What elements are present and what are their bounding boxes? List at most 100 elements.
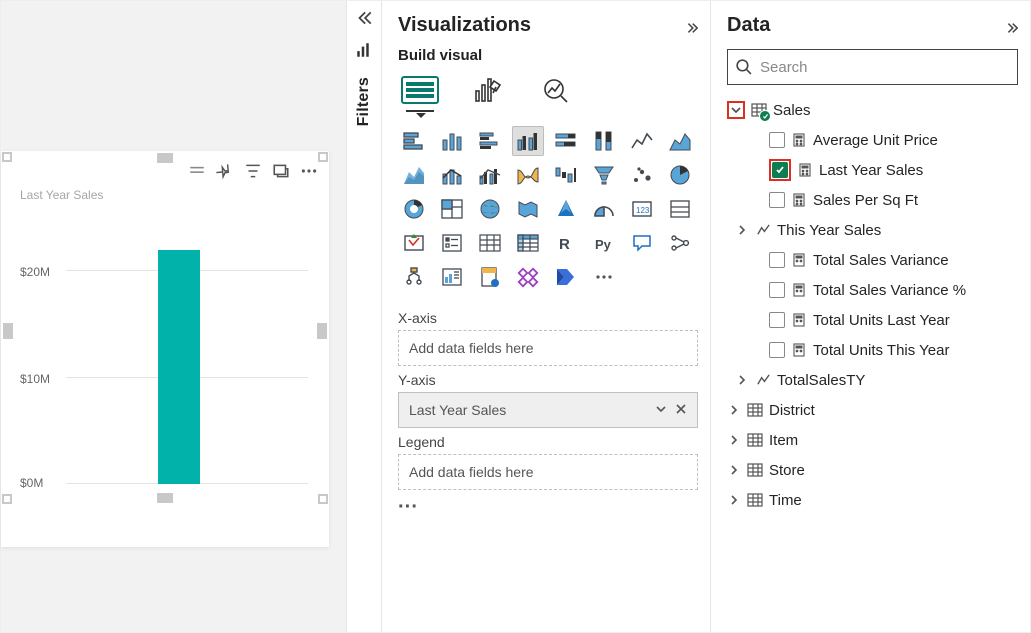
viz-clustered-bar-icon[interactable] [474, 126, 506, 156]
viz-slicer-icon[interactable] [436, 228, 468, 258]
focus-mode-icon[interactable] [272, 162, 290, 180]
visual-toolbar [188, 162, 318, 180]
viz-r-visual-icon[interactable]: R [550, 228, 582, 258]
resize-handle-bottom-right[interactable] [318, 494, 328, 504]
checkbox-checked[interactable] [772, 162, 788, 178]
viz-card-icon[interactable]: 123 [626, 194, 658, 224]
field-last-year-sales[interactable]: Last Year Sales [727, 155, 1018, 185]
viz-line-icon[interactable] [626, 126, 658, 156]
bar-0[interactable] [158, 250, 200, 484]
viz-azure-map-icon[interactable] [550, 194, 582, 224]
viz-filled-map-icon[interactable] [512, 194, 544, 224]
viz-power-automate-icon[interactable] [550, 262, 582, 292]
analytics-tab[interactable] [536, 72, 576, 108]
viz-python-visual-icon[interactable]: Py [588, 228, 620, 258]
field-total-sales-variance[interactable]: Total Sales Variance [727, 245, 1018, 275]
more-options-icon[interactable] [300, 162, 318, 180]
legend-well[interactable]: Add data fields here [398, 454, 698, 490]
table-sales[interactable]: Sales [727, 95, 1018, 125]
yaxis-well[interactable]: Last Year Sales [398, 392, 698, 428]
table-store[interactable]: Store [727, 455, 1018, 485]
table-item[interactable]: Item [727, 425, 1018, 455]
resize-handle-bottom-left[interactable] [2, 494, 12, 504]
chevron-right-icon[interactable] [727, 495, 741, 505]
viz-100-stacked-column-icon[interactable] [588, 126, 620, 156]
viz-stacked-bar-icon[interactable] [398, 126, 430, 156]
field-avg-unit-price[interactable]: Average Unit Price [727, 125, 1018, 155]
viz-multi-row-card-icon[interactable] [664, 194, 696, 224]
chevron-right-icon[interactable] [727, 435, 741, 445]
visual-card[interactable]: Last Year Sales $0M $10M $20M [1, 151, 329, 547]
resize-handle-top-right[interactable] [318, 152, 328, 162]
field-total-sales-ty[interactable]: TotalSalesTY [727, 365, 1018, 395]
search-input[interactable] [727, 49, 1018, 85]
viz-matrix-icon[interactable] [512, 228, 544, 258]
viz-smart-narrative-icon[interactable] [436, 262, 468, 292]
chevron-right-icon[interactable] [735, 375, 749, 385]
checkbox[interactable] [769, 282, 785, 298]
chevron-down-icon[interactable] [655, 402, 667, 418]
viz-clustered-column-icon[interactable] [512, 126, 544, 156]
checkbox[interactable] [769, 342, 785, 358]
field-total-units-this-year[interactable]: Total Units This Year [727, 335, 1018, 365]
filters-pane-collapsed[interactable]: Filters [346, 1, 382, 632]
resize-handle-top[interactable] [157, 153, 173, 163]
build-visual-tab[interactable] [400, 72, 440, 108]
resize-handle-top-left[interactable] [2, 152, 12, 162]
viz-waterfall-icon[interactable] [550, 160, 582, 190]
visual-selection[interactable]: Last Year Sales $0M $10M $20M [7, 157, 323, 499]
resize-handle-left[interactable] [3, 323, 13, 339]
viz-apps-icon[interactable] [512, 262, 544, 292]
checkbox[interactable] [769, 132, 785, 148]
viz-100-stacked-bar-icon[interactable] [550, 126, 582, 156]
field-total-units-last-year[interactable]: Total Units Last Year [727, 305, 1018, 335]
collapse-data-icon[interactable] [1004, 18, 1018, 32]
table-time[interactable]: Time [727, 485, 1018, 515]
report-canvas[interactable]: Last Year Sales $0M $10M $20M [1, 1, 346, 632]
viz-gauge-icon[interactable] [588, 194, 620, 224]
viz-scatter-icon[interactable] [626, 160, 658, 190]
more-wells-icon[interactable]: ··· [398, 496, 698, 519]
field-this-year-sales[interactable]: This Year Sales [727, 215, 1018, 245]
expand-pane-icon[interactable] [355, 9, 373, 27]
viz-qna-icon[interactable] [626, 228, 658, 258]
viz-area-icon[interactable] [664, 126, 696, 156]
viz-donut-icon[interactable] [398, 194, 430, 224]
visual-mode-tabs [398, 72, 698, 108]
table-sales-label: Sales [773, 102, 811, 119]
remove-field-icon[interactable] [675, 402, 687, 418]
checkbox[interactable] [769, 192, 785, 208]
viz-funnel-icon[interactable] [588, 160, 620, 190]
pin-icon[interactable] [216, 162, 234, 180]
table-district[interactable]: District [727, 395, 1018, 425]
viz-treemap-icon[interactable] [436, 194, 468, 224]
viz-line-clustered-column-icon[interactable] [474, 160, 506, 190]
viz-key-influencers-icon[interactable] [664, 228, 696, 258]
chevron-right-icon[interactable] [727, 465, 741, 475]
checkbox[interactable] [769, 312, 785, 328]
format-visual-tab[interactable] [468, 72, 508, 108]
resize-handle-bottom[interactable] [157, 493, 173, 503]
collapse-visualizations-icon[interactable] [684, 18, 698, 32]
viz-map-icon[interactable] [474, 194, 506, 224]
chevron-down-icon[interactable] [727, 101, 745, 119]
viz-paginated-report-icon[interactable] [474, 262, 506, 292]
viz-table-icon[interactable] [474, 228, 506, 258]
xaxis-well[interactable]: Add data fields here [398, 330, 698, 366]
viz-stacked-area-icon[interactable] [398, 160, 430, 190]
resize-handle-right[interactable] [317, 323, 327, 339]
viz-decomposition-tree-icon[interactable] [398, 262, 430, 292]
checkbox[interactable] [769, 252, 785, 268]
field-total-sales-variance-pct[interactable]: Total Sales Variance % [727, 275, 1018, 305]
viz-pie-icon[interactable] [664, 160, 696, 190]
viz-kpi-icon[interactable] [398, 228, 430, 258]
grip-icon[interactable] [188, 162, 206, 180]
chevron-right-icon[interactable] [735, 225, 749, 235]
field-sales-per-sqft[interactable]: Sales Per Sq Ft [727, 185, 1018, 215]
viz-line-stacked-column-icon[interactable] [436, 160, 468, 190]
viz-stacked-column-icon[interactable] [436, 126, 468, 156]
viz-ribbon-icon[interactable] [512, 160, 544, 190]
viz-more-icon[interactable] [588, 262, 620, 292]
filter-icon[interactable] [244, 162, 262, 180]
chevron-right-icon[interactable] [727, 405, 741, 415]
